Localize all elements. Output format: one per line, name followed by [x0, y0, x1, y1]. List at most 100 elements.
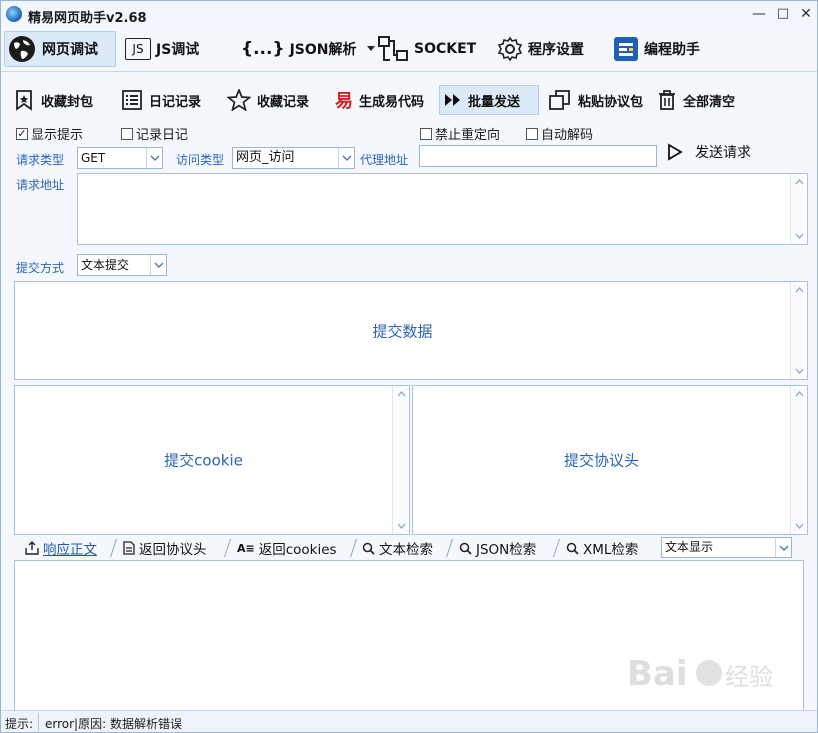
js-icon: JS	[125, 38, 151, 60]
cookie-placeholder: 提交cookie	[164, 451, 243, 470]
paste-icon	[548, 89, 572, 111]
globe-icon	[7, 34, 37, 64]
tab-label: 程序设置	[528, 42, 584, 58]
headers-placeholder: 提交协议头	[563, 451, 639, 470]
tab-label: 文本检索	[379, 542, 433, 558]
button-label: 发送请求	[695, 145, 751, 161]
chevron-down-icon[interactable]	[150, 255, 166, 275]
button-label: 生成易代码	[359, 94, 425, 110]
diary-log-button[interactable]: 日记记录	[121, 85, 201, 115]
request-url-input[interactable]	[77, 173, 808, 245]
select-value: GET	[81, 151, 106, 165]
button-label: 粘贴协议包	[578, 94, 644, 110]
search-icon	[362, 542, 375, 555]
title-bar: 精易网页助手v2.68 — □ ✕	[1, 1, 817, 29]
response-body-output[interactable]	[14, 560, 804, 710]
button-label: 日记记录	[149, 94, 202, 110]
bookmark-icon	[13, 89, 35, 111]
select-value: 文本提交	[81, 258, 130, 272]
scroll-down-icon[interactable]	[791, 228, 807, 244]
select-value: 文本显示	[665, 540, 714, 554]
status-bar: 提示: error|原因: 数据解析错误	[1, 710, 817, 732]
scroll-up-icon[interactable]	[393, 386, 409, 402]
scroll-up-icon[interactable]	[791, 282, 807, 298]
tab-label: JSON检索	[476, 542, 537, 558]
scroll-down-icon[interactable]	[791, 518, 807, 534]
divider	[1, 71, 817, 72]
tab-response-headers[interactable]: 返回协议头	[123, 537, 207, 559]
submit-method-label: 提交方式	[16, 261, 65, 275]
response-icon	[25, 541, 39, 555]
checkmark-icon: ✓	[16, 126, 28, 140]
main-tab-bar: 网页调试 JS JS调试 {...} JSON解析 SOCKET 程序设置 编程…	[1, 29, 817, 71]
auto-decode-checkbox[interactable]: 自动解码	[526, 124, 593, 143]
checkbox-label: 显示提示	[31, 128, 84, 143]
submit-method-select[interactable]: 文本提交	[77, 254, 167, 276]
tab-settings[interactable]: 程序设置	[497, 31, 584, 67]
status-label: 提示:	[5, 717, 34, 731]
button-label: 收藏记录	[257, 94, 310, 110]
show-tips-checkbox[interactable]: ✓ 显示提示	[16, 124, 83, 143]
chevron-down-icon[interactable]	[366, 46, 375, 52]
document-icon	[123, 541, 135, 555]
checkbox-label: 记录日记	[136, 128, 189, 143]
button-label: 批量发送	[468, 94, 521, 110]
checkbox-label: 自动解码	[541, 128, 594, 143]
maximize-button[interactable]: □	[773, 4, 793, 24]
checkbox-label: 禁止重定向	[435, 128, 501, 143]
post-data-input[interactable]: 提交数据	[14, 281, 808, 380]
batch-send-button[interactable]: 批量发送	[439, 85, 539, 115]
headers-input[interactable]: 提交协议头	[412, 385, 808, 535]
tab-response-cookies[interactable]: A≡ 返回cookies	[237, 537, 337, 559]
tab-separator	[553, 539, 560, 557]
chevron-down-icon[interactable]	[775, 538, 791, 557]
no-redirect-checkbox[interactable]: 禁止重定向	[420, 124, 500, 143]
request-url-label: 请求地址	[16, 178, 65, 192]
scrollbar[interactable]	[790, 386, 807, 534]
tab-separator	[446, 539, 453, 557]
checkbox-box	[420, 127, 432, 140]
saved-records-button[interactable]: 收藏记录	[227, 85, 309, 115]
display-mode-select[interactable]: 文本显示	[661, 537, 792, 558]
minimize-button[interactable]: —	[749, 4, 769, 24]
tab-label: SOCKET	[414, 41, 477, 57]
save-packet-button[interactable]: 收藏封包	[13, 85, 93, 115]
send-request-button[interactable]: 发送请求	[667, 141, 751, 163]
request-type-select[interactable]: GET	[77, 147, 163, 169]
socket-icon	[377, 34, 409, 64]
log-diary-checkbox[interactable]: 记录日记	[121, 124, 188, 143]
cookies-icon: A≡	[237, 541, 255, 555]
tab-json-search[interactable]: JSON检索	[459, 537, 536, 559]
chevron-down-icon[interactable]	[146, 148, 162, 168]
proxy-address-input[interactable]	[419, 145, 657, 167]
tab-label: 返回cookies	[258, 542, 337, 558]
tab-separator	[224, 539, 231, 557]
tab-xml-search[interactable]: XML检索	[566, 537, 638, 559]
generate-code-button[interactable]: 易 生成易代码	[335, 85, 424, 115]
close-button[interactable]: ✕	[796, 4, 816, 24]
tab-text-search[interactable]: 文本检索	[362, 537, 433, 559]
tab-web-debug[interactable]: 网页调试	[4, 31, 116, 67]
scroll-up-icon[interactable]	[791, 174, 807, 190]
cookie-input[interactable]: 提交cookie	[14, 385, 410, 535]
paste-packet-button[interactable]: 粘贴协议包	[548, 85, 643, 115]
scrollbar[interactable]	[790, 282, 807, 379]
clear-all-button[interactable]: 全部清空	[657, 85, 735, 115]
scroll-up-icon[interactable]	[791, 386, 807, 402]
tab-coding-helper[interactable]: 编程助手	[613, 31, 700, 67]
gear-icon	[497, 36, 523, 62]
tab-label: JSON解析	[289, 42, 357, 58]
tab-json-parse[interactable]: {...} JSON解析	[241, 31, 375, 67]
fast-forward-icon	[444, 93, 462, 107]
visit-type-select[interactable]: 网页_访问	[232, 147, 355, 169]
tab-response-body[interactable]: 响应正文	[25, 537, 97, 559]
tab-label: 网页调试	[42, 42, 98, 58]
tab-separator	[350, 539, 357, 557]
tab-js-debug[interactable]: JS JS调试	[125, 31, 199, 67]
scrollbar[interactable]	[392, 386, 409, 534]
tab-socket[interactable]: SOCKET	[377, 31, 476, 67]
chevron-down-icon[interactable]	[338, 148, 354, 168]
scrollbar[interactable]	[790, 174, 807, 244]
scroll-down-icon[interactable]	[393, 518, 409, 534]
scroll-down-icon[interactable]	[791, 363, 807, 379]
